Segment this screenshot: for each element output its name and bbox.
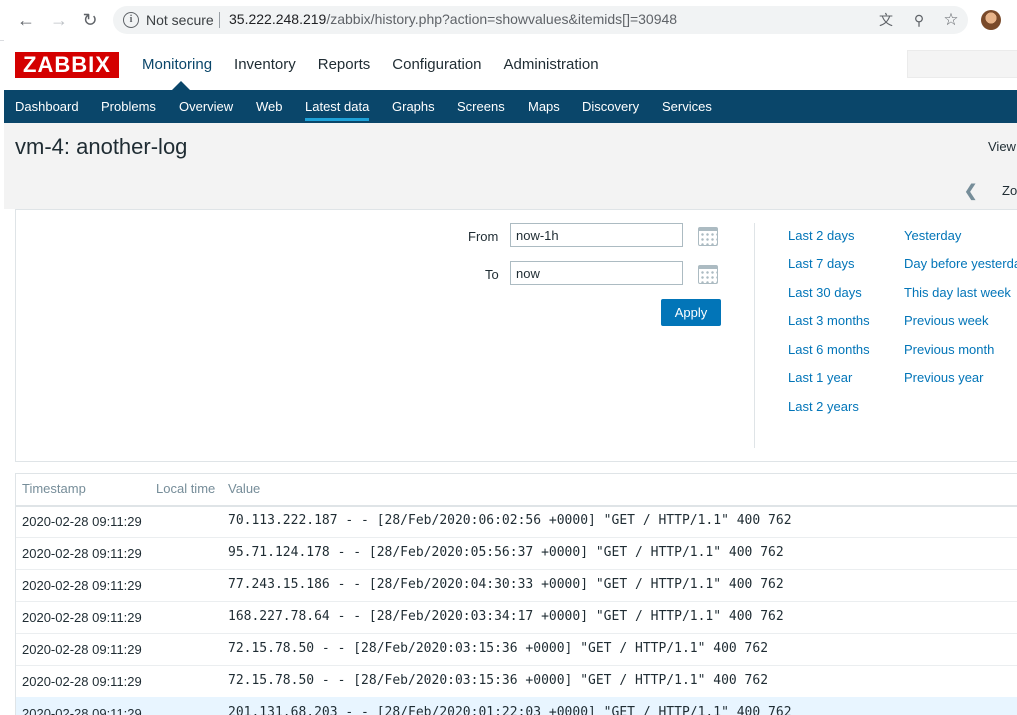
row-timestamp: 2020-02-28 09:11:29 [22,674,142,689]
from-input[interactable]: now-1h [510,223,683,247]
submenu-overview[interactable]: Overview [179,99,233,114]
row-value: 70.113.222.187 - - [28/Feb/2020:06:02:56… [228,513,792,528]
url-host: 35.222.248.219 [229,11,327,27]
submenu-latest-data[interactable]: Latest data [305,99,370,121]
page-title: vm-4: another-log [15,134,188,159]
top-menu: Monitoring Inventory Reports Configurati… [142,56,621,73]
back-icon[interactable]: ← [14,8,38,32]
menu-administration[interactable]: Administration [504,56,599,73]
calendar-icon[interactable] [698,227,718,246]
submenu-maps[interactable]: Maps [528,99,560,114]
table-row: 2020-02-28 09:11:29 72.15.78.50 - - [28/… [16,633,1017,666]
from-label: From [468,229,499,244]
column-value[interactable]: Value [228,481,260,496]
row-value: 168.227.78.64 - - [28/Feb/2020:03:34:17 … [228,609,784,624]
url-separator [219,12,220,28]
search-input[interactable] [907,50,1017,78]
history-table: Timestamp Local time Value 2020-02-28 09… [15,473,1017,715]
submenu-screens[interactable]: Screens [457,99,505,114]
row-timestamp: 2020-02-28 09:11:29 [22,642,142,657]
info-icon[interactable]: i [123,12,139,28]
menu-reports[interactable]: Reports [318,56,371,73]
row-timestamp: 2020-02-28 09:11:29 [22,610,142,625]
table-row: 2020-02-28 09:11:29 77.243.15.186 - - [2… [16,569,1017,602]
table-row: 2020-02-28 09:11:29 168.227.78.64 - - [2… [16,601,1017,634]
page-header: vm-4: another-log View [4,123,1017,170]
quick-previous-week[interactable]: Previous week [904,313,989,328]
active-menu-caret [172,81,190,90]
quick-last-2-days[interactable]: Last 2 days [788,228,855,243]
table-row: 2020-02-28 09:11:29 201.131.68.203 - - [… [16,697,1017,715]
table-row: 2020-02-28 09:11:29 70.113.222.187 - - [… [16,505,1017,538]
view-select[interactable]: View [988,139,1016,154]
zoom-out-button[interactable]: Zo [1002,183,1017,198]
table-row: 2020-02-28 09:11:29 72.15.78.50 - - [28/… [16,665,1017,698]
row-timestamp: 2020-02-28 09:11:29 [22,546,142,561]
menu-monitoring[interactable]: Monitoring [142,56,212,73]
translate-icon[interactable]: 文 [877,11,895,29]
column-local-time[interactable]: Local time [156,481,215,496]
profile-avatar[interactable] [981,10,1001,30]
row-timestamp: 2020-02-28 09:11:29 [22,514,142,529]
submenu-problems[interactable]: Problems [101,99,156,114]
row-value: 72.15.78.50 - - [28/Feb/2020:03:15:36 +0… [228,641,769,656]
address-bar[interactable]: i Not secure 35.222.248.219/zabbix/histo… [113,6,968,34]
table-header: Timestamp Local time Value [16,474,1017,507]
submenu-graphs[interactable]: Graphs [392,99,435,114]
zoom-icon[interactable]: ⚲ [910,11,928,29]
row-timestamp: 2020-02-28 09:11:29 [22,578,142,593]
column-timestamp[interactable]: Timestamp [22,481,86,496]
quick-previous-year[interactable]: Previous year [904,370,983,385]
url-text[interactable]: 35.222.248.219/zabbix/history.php?action… [229,11,677,27]
reload-icon[interactable]: ↻ [78,8,102,32]
quick-last-2-years[interactable]: Last 2 years [788,399,859,414]
to-input[interactable]: now [510,261,683,285]
row-value: 95.71.124.178 - - [28/Feb/2020:05:56:37 … [228,545,784,560]
quick-last-1-year[interactable]: Last 1 year [788,370,852,385]
zabbix-header: ZABBIX Monitoring Inventory Reports Conf… [4,40,1017,90]
filter-tabs: ❮ Zo [4,169,1017,209]
submenu-discovery[interactable]: Discovery [582,99,639,114]
zabbix-logo[interactable]: ZABBIX [15,52,119,78]
apply-button[interactable]: Apply [661,299,721,326]
security-label: Not secure [146,12,214,28]
url-path: /zabbix/history.php?action=showvalues&it… [326,11,678,27]
quick-day-before-yesterday[interactable]: Day before yesterda [904,256,1017,271]
quick-last-7-days[interactable]: Last 7 days [788,256,855,271]
calendar-icon[interactable] [698,265,718,284]
filter-divider [754,223,755,448]
quick-yesterday[interactable]: Yesterday [904,228,961,243]
menu-inventory[interactable]: Inventory [234,56,296,73]
submenu-web[interactable]: Web [256,99,283,114]
table-row: 2020-02-28 09:11:29 95.71.124.178 - - [2… [16,537,1017,570]
quick-last-6-months[interactable]: Last 6 months [788,342,870,357]
star-icon[interactable]: ☆ [942,11,960,29]
quick-last-3-months[interactable]: Last 3 months [788,313,870,328]
quick-previous-month[interactable]: Previous month [904,342,994,357]
forward-icon[interactable]: → [47,8,71,32]
browser-toolbar: ← → ↻ i Not secure 35.222.248.219/zabbix… [0,0,1017,41]
row-value: 72.15.78.50 - - [28/Feb/2020:03:15:36 +0… [228,673,769,688]
quick-last-30-days[interactable]: Last 30 days [788,285,862,300]
time-filter-panel: From now-1h To now Apply Last 2 days Las… [15,209,1017,462]
quick-this-day-last-week[interactable]: This day last week [904,285,1011,300]
row-value: 77.243.15.186 - - [28/Feb/2020:04:30:33 … [228,577,784,592]
menu-configuration[interactable]: Configuration [392,56,481,73]
submenu-services[interactable]: Services [662,99,712,114]
sub-menu: Dashboard Problems Overview Web Latest d… [4,90,1017,123]
submenu-dashboard[interactable]: Dashboard [15,99,79,114]
chevron-left-icon[interactable]: ❮ [964,181,977,201]
to-label: To [485,267,499,282]
